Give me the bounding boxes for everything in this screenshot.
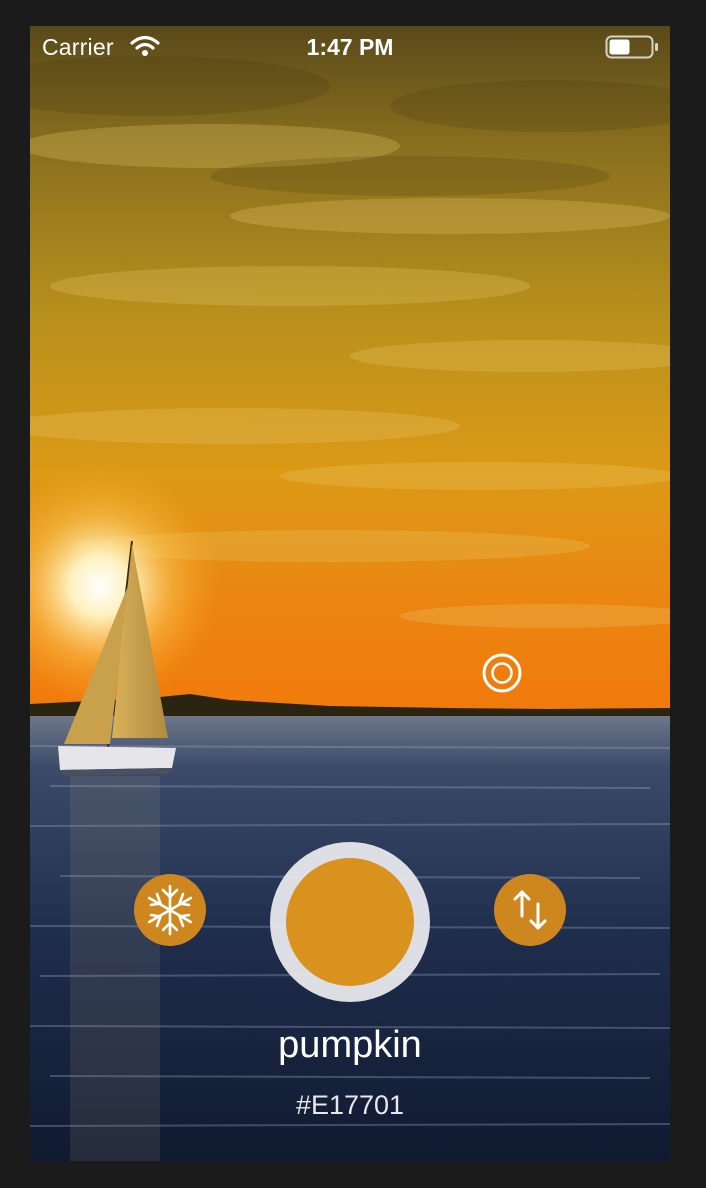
snowflake-icon: [147, 884, 193, 936]
capture-button[interactable]: [270, 842, 430, 1002]
swap-arrows-icon: [513, 890, 547, 930]
status-bar: Carrier 1:47 PM: [30, 26, 670, 70]
color-name-label: pumpkin: [278, 1024, 422, 1066]
camera-screen: Carrier 1:47 PM pumpkin #E17701: [30, 26, 670, 1161]
swap-button[interactable]: [494, 874, 566, 946]
color-swatch: [286, 858, 414, 986]
freeze-button[interactable]: [134, 874, 206, 946]
clock-time: 1:47 PM: [306, 34, 394, 60]
target-reticle-icon[interactable]: [482, 653, 522, 693]
battery-icon: [605, 35, 658, 59]
color-hex-label: #E17701: [295, 1090, 405, 1120]
